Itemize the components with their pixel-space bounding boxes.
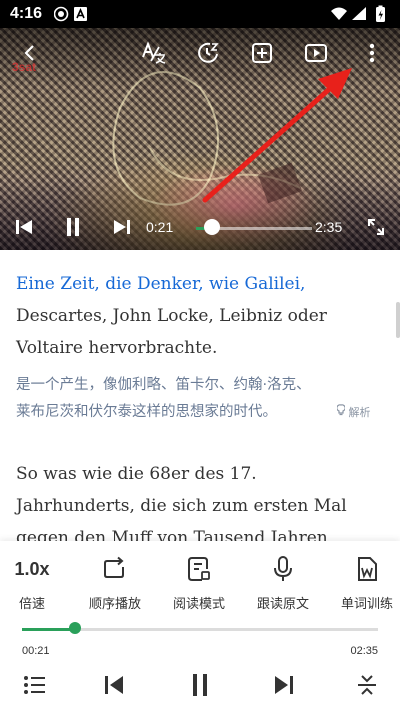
previous-sentence-button[interactable] (98, 669, 130, 701)
skip-previous-icon (16, 220, 32, 234)
sleep-timer-button[interactable] (193, 38, 223, 68)
skip-previous-icon (105, 676, 123, 694)
speed-tool[interactable]: 1.0x 倍速 (0, 553, 77, 613)
add-to-list-button[interactable] (247, 38, 277, 68)
video-previous-button[interactable] (9, 212, 39, 242)
more-options-button[interactable] (357, 38, 387, 68)
audio-current-time: 00:21 (22, 645, 50, 657)
fullscreen-button[interactable] (361, 212, 391, 242)
collapse-icon (358, 675, 376, 695)
hint-bulb-icon (336, 404, 346, 416)
pause-button[interactable] (184, 669, 216, 701)
transcript-segment-2[interactable]: So was wie die 68er des 17. Jahrhunderts… (16, 458, 386, 554)
video-seekbar-thumb[interactable] (203, 219, 220, 235)
read-mode-tool[interactable]: 阅读模式 (154, 553, 244, 612)
back-button[interactable] (15, 38, 45, 68)
translate-icon (142, 41, 166, 64)
speed-value: 1.0x (14, 558, 50, 579)
scrollbar[interactable] (396, 302, 400, 338)
collapse-button[interactable] (351, 669, 383, 701)
fullscreen-icon (368, 219, 384, 235)
video-duration: 2:35 (315, 219, 343, 235)
pause-icon (193, 674, 207, 696)
status-bar: 4:16 (0, 0, 400, 28)
chinese-line: 是一个产生，像伽利略、笛卡尔、约翰·洛克、 (16, 377, 311, 393)
word-training-label: 单词训练 (340, 597, 393, 612)
loop-mode-tool[interactable]: 顺序播放 (70, 553, 160, 612)
notification-icons (53, 6, 88, 27)
german-line-active[interactable]: Eine Zeit, die Denker, wie Galilei, (16, 268, 386, 300)
translate-toggle-button[interactable] (139, 38, 169, 68)
microphone-icon (274, 556, 292, 581)
parse-label: 解析 (348, 406, 371, 419)
transcript-segment-1[interactable]: Eine Zeit, die Denker, wie Galilei, Desc… (16, 268, 386, 426)
audio-seekbar-thumb[interactable] (69, 622, 82, 634)
wifi-signal-battery-icon (331, 5, 385, 22)
video-current-time: 0:21 (146, 219, 174, 235)
repeat-icon (104, 556, 124, 578)
german-line[interactable]: Voltaire hervorbrachte. (16, 332, 386, 364)
play-box-icon (305, 44, 327, 62)
sleep-timer-icon (198, 42, 219, 63)
skip-next-icon (275, 676, 293, 694)
more-vertical-icon (369, 43, 375, 63)
video-next-button[interactable] (107, 212, 137, 242)
playback-panel: 1.0x 倍速 顺序播放 阅读模式 跟读原文 单词训练 00:21 02:35 (0, 541, 400, 711)
next-sentence-button[interactable] (268, 669, 300, 701)
word-training-tool[interactable]: 单词训练 (322, 553, 400, 612)
follow-read-tool[interactable]: 跟读原文 (238, 553, 328, 612)
speed-label: 倍速 (18, 597, 45, 612)
status-notification-icon (53, 6, 87, 22)
german-line[interactable]: Jahrhunderts, die sich zum ersten Mal (16, 490, 386, 522)
video-mode-button[interactable] (301, 38, 331, 68)
loop-mode-label: 顺序播放 (88, 597, 141, 612)
reading-mode-icon (188, 557, 210, 581)
audio-seekbar-fill (22, 628, 76, 631)
status-time: 4:16 (10, 5, 43, 22)
word-document-icon (358, 557, 377, 581)
add-box-icon (252, 43, 272, 63)
audio-duration: 02:35 (350, 645, 378, 657)
pause-icon (67, 218, 79, 236)
follow-read-label: 跟读原文 (256, 597, 309, 612)
video-pause-button[interactable] (58, 212, 88, 242)
german-line[interactable]: Descartes, John Locke, Leibniz oder (16, 300, 386, 332)
german-line[interactable]: So was wie die 68er des 17. (16, 458, 386, 490)
playlist-icon (24, 676, 45, 694)
read-mode-label: 阅读模式 (172, 597, 225, 612)
skip-next-icon (114, 220, 130, 234)
system-icons (330, 5, 390, 28)
playlist-button[interactable] (19, 669, 51, 701)
back-arrow-icon (24, 45, 34, 61)
parse-button[interactable]: 解析 (336, 404, 371, 420)
chinese-line: 莱布尼茨和伏尔泰这样的思想家的时代。 (16, 404, 277, 420)
chinese-translation: 是一个产生，像伽利略、笛卡尔、约翰·洛克、 莱布尼茨和伏尔泰这样的思想家的时代。 (16, 372, 361, 426)
